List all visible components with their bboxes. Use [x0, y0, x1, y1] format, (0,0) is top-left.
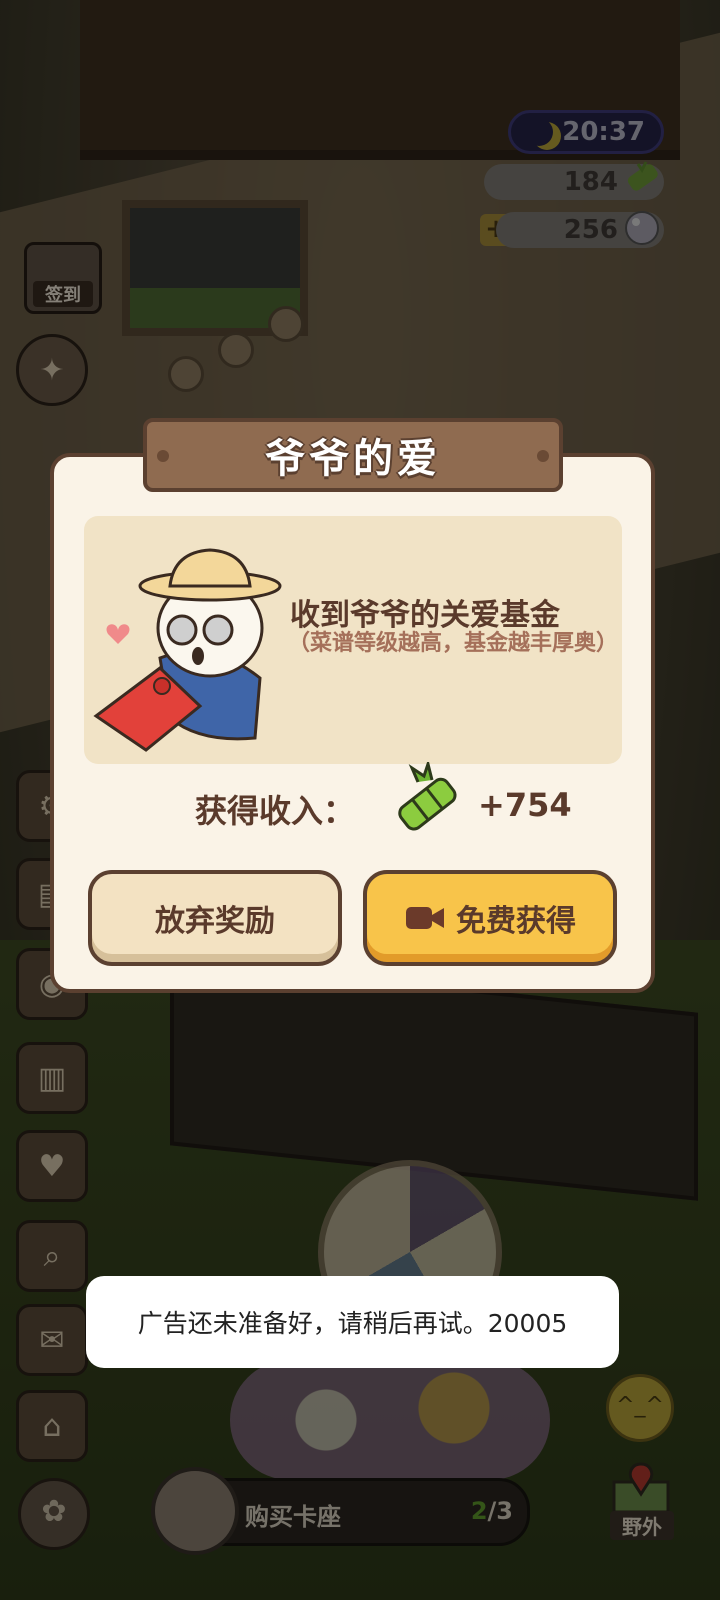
toast-text: 广告还未准备好，请稍后再试。20005 — [137, 1309, 568, 1338]
bamboo-icon — [398, 762, 457, 831]
fund-note: （菜谱等级越高，基金越丰厚奥） — [288, 631, 619, 656]
dialog-title-banner: 爷爷的爱 — [143, 418, 563, 492]
income-label: 获得收入： — [195, 792, 356, 830]
income-value: +754 — [478, 786, 572, 824]
fund-title: 收到爷爷的关爱基金 — [290, 598, 560, 633]
grandpa-panda-illustration — [93, 548, 282, 752]
video-icon — [406, 907, 444, 929]
abandon-reward-button[interactable]: 放弃奖励 — [88, 870, 342, 966]
abandon-label: 放弃奖励 — [155, 904, 275, 939]
free-get-button[interactable]: 免费获得 — [363, 870, 617, 966]
dialog-title: 爷爷的爱 — [265, 436, 441, 482]
toast-message: 广告还未准备好，请稍后再试。20005 — [86, 1276, 619, 1368]
free-get-label: 免费获得 — [456, 904, 576, 939]
